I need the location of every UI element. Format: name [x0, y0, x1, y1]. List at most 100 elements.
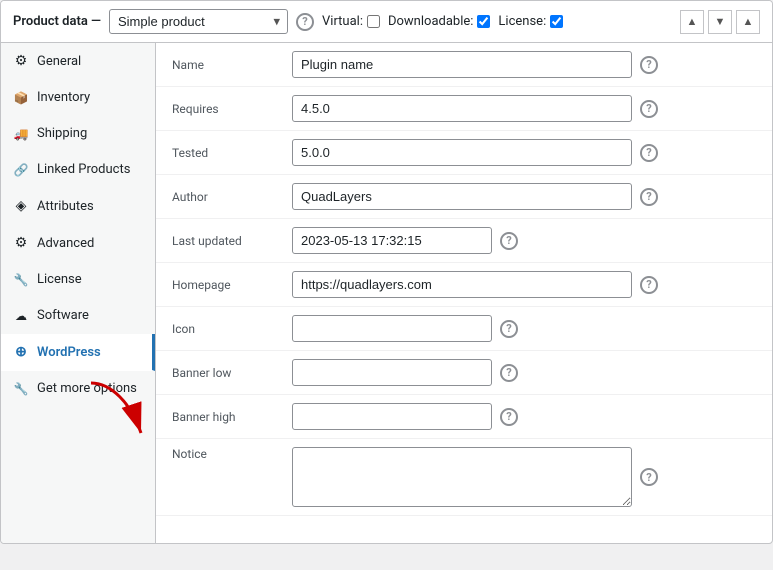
product-data-label: Product data —: [13, 14, 101, 29]
homepage-help-icon[interactable]: ?: [640, 276, 658, 294]
form-row-banner-low: Banner low ?: [156, 351, 772, 395]
homepage-input[interactable]: [292, 271, 632, 298]
notice-help-icon[interactable]: ?: [640, 468, 658, 486]
icon-field: ?: [292, 315, 756, 342]
banner-low-field: ?: [292, 359, 756, 386]
name-field: ?: [292, 51, 756, 78]
banner-high-input[interactable]: [292, 403, 492, 430]
icon-help-icon[interactable]: ?: [500, 320, 518, 338]
advanced-icon: ⚙: [13, 235, 29, 251]
sidebar-item-attributes-label: Attributes: [37, 199, 94, 214]
requires-label: Requires: [172, 102, 292, 116]
last-updated-input[interactable]: [292, 227, 492, 254]
author-input[interactable]: [292, 183, 632, 210]
shipping-icon: 🚚: [13, 127, 29, 141]
product-data-main: Name ? Requires ? Tested ?: [156, 43, 772, 543]
sidebar-item-advanced[interactable]: ⚙ Advanced: [1, 225, 155, 262]
icon-input[interactable]: [292, 315, 492, 342]
sidebar-item-attributes[interactable]: ◈ Attributes: [1, 188, 155, 225]
sidebar-item-advanced-label: Advanced: [37, 236, 94, 251]
sidebar-item-linked-products[interactable]: 🔗 Linked Products: [1, 152, 155, 188]
product-type-help-icon[interactable]: ?: [296, 13, 314, 31]
banner-low-label: Banner low: [172, 366, 292, 380]
form-row-notice: Notice ?: [156, 439, 772, 516]
get-more-options-icon: 🔧: [13, 382, 29, 396]
sidebar-item-license[interactable]: 🔧 License: [1, 262, 155, 298]
product-data-body: ⚙ General 📦 Inventory 🚚 Shipping 🔗 Linke…: [1, 43, 772, 543]
requires-input[interactable]: [292, 95, 632, 122]
sidebar-item-license-label: License: [37, 272, 82, 287]
last-updated-label: Last updated: [172, 234, 292, 248]
sidebar-item-general[interactable]: ⚙ General: [1, 43, 155, 80]
notice-label: Notice: [172, 447, 292, 461]
virtual-checkbox-group: Virtual:: [322, 14, 380, 29]
sidebar-item-get-more-options-label: Get more options: [37, 381, 137, 396]
attributes-icon: ◈: [13, 198, 29, 214]
linked-products-icon: 🔗: [13, 163, 29, 177]
banner-high-label: Banner high: [172, 410, 292, 424]
virtual-checkbox[interactable]: [367, 15, 380, 28]
nav-expand-button[interactable]: ▲: [736, 10, 760, 34]
tested-help-icon[interactable]: ?: [640, 144, 658, 162]
header-nav-buttons: ▲ ▼ ▲: [680, 10, 760, 34]
name-label: Name: [172, 58, 292, 72]
sidebar-item-wordpress[interactable]: ⊕ WordPress: [1, 334, 155, 371]
requires-help-icon[interactable]: ?: [640, 100, 658, 118]
banner-high-help-icon[interactable]: ?: [500, 408, 518, 426]
form-row-banner-high: Banner high ?: [156, 395, 772, 439]
sidebar-item-general-label: General: [37, 54, 81, 69]
general-icon: ⚙: [13, 53, 29, 69]
requires-field: ?: [292, 95, 756, 122]
product-data-panel: Product data — Simple product Grouped pr…: [0, 0, 773, 544]
last-updated-field: ?: [292, 227, 756, 254]
banner-low-help-icon[interactable]: ?: [500, 364, 518, 382]
form-row-name: Name ?: [156, 43, 772, 87]
software-icon: ☁: [13, 309, 29, 323]
author-help-icon[interactable]: ?: [640, 188, 658, 206]
sidebar-item-linked-products-label: Linked Products: [37, 162, 130, 177]
downloadable-checkbox[interactable]: [477, 15, 490, 28]
virtual-label: Virtual:: [322, 14, 363, 29]
product-type-wrapper: Simple product Grouped product External/…: [109, 9, 288, 34]
downloadable-label: Downloadable:: [388, 14, 473, 29]
sidebar-item-inventory-label: Inventory: [37, 90, 90, 105]
form-row-tested: Tested ?: [156, 131, 772, 175]
tested-label: Tested: [172, 146, 292, 160]
sidebar-item-software[interactable]: ☁ Software: [1, 298, 155, 334]
license-icon: 🔧: [13, 273, 29, 287]
sidebar-item-shipping-label: Shipping: [37, 126, 87, 141]
sidebar-item-shipping[interactable]: 🚚 Shipping: [1, 116, 155, 152]
nav-down-button[interactable]: ▼: [708, 10, 732, 34]
author-field: ?: [292, 183, 756, 210]
form-row-homepage: Homepage ?: [156, 263, 772, 307]
tested-input[interactable]: [292, 139, 632, 166]
form-row-author: Author ?: [156, 175, 772, 219]
notice-textarea[interactable]: [292, 447, 632, 507]
inventory-icon: 📦: [13, 91, 29, 105]
license-checkbox-group: License:: [498, 14, 563, 29]
wordpress-icon: ⊕: [13, 344, 29, 360]
nav-up-button[interactable]: ▲: [680, 10, 704, 34]
banner-low-input[interactable]: [292, 359, 492, 386]
sidebar-item-get-more-options[interactable]: 🔧 Get more options: [1, 371, 155, 407]
author-label: Author: [172, 190, 292, 204]
sidebar-item-wordpress-label: WordPress: [37, 345, 101, 360]
downloadable-checkbox-group: Downloadable:: [388, 14, 490, 29]
last-updated-help-icon[interactable]: ?: [500, 232, 518, 250]
tested-field: ?: [292, 139, 756, 166]
icon-label: Icon: [172, 322, 292, 336]
license-label: License:: [498, 14, 546, 29]
homepage-label: Homepage: [172, 278, 292, 292]
product-type-select[interactable]: Simple product Grouped product External/…: [109, 9, 288, 34]
sidebar-item-software-label: Software: [37, 308, 89, 323]
homepage-field: ?: [292, 271, 756, 298]
name-input[interactable]: [292, 51, 632, 78]
product-data-sidebar: ⚙ General 📦 Inventory 🚚 Shipping 🔗 Linke…: [1, 43, 156, 543]
name-help-icon[interactable]: ?: [640, 56, 658, 74]
form-row-requires: Requires ?: [156, 87, 772, 131]
banner-high-field: ?: [292, 403, 756, 430]
product-data-header: Product data — Simple product Grouped pr…: [1, 1, 772, 43]
license-checkbox[interactable]: [550, 15, 563, 28]
sidebar-item-inventory[interactable]: 📦 Inventory: [1, 80, 155, 116]
form-row-last-updated: Last updated ?: [156, 219, 772, 263]
